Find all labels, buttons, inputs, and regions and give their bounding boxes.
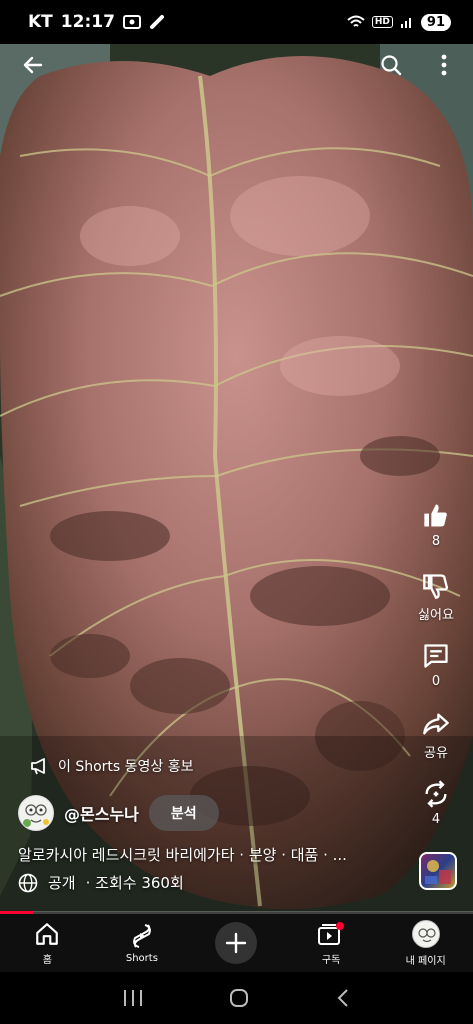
hd-network-badge: HD bbox=[371, 16, 393, 28]
remix-count: 4 bbox=[431, 812, 441, 827]
nav-home[interactable]: 홈 bbox=[2, 921, 92, 966]
remix-icon bbox=[425, 780, 447, 808]
like-count: 8 bbox=[431, 534, 441, 549]
system-back-icon[interactable] bbox=[335, 987, 351, 1009]
remix-button[interactable]: 4 bbox=[413, 780, 459, 827]
comment-icon bbox=[424, 644, 448, 668]
link-icon bbox=[149, 15, 164, 29]
carrier-label: KT bbox=[28, 12, 53, 32]
promo-label: 이 Shorts 동영상 홍보 bbox=[58, 759, 194, 775]
bottom-navigation: 홈 Shorts 구독 내 페이지 bbox=[0, 914, 473, 972]
thumbs-up-icon bbox=[424, 504, 447, 527]
leaf-video-frame bbox=[0, 36, 473, 912]
home-circle-icon[interactable] bbox=[228, 987, 250, 1009]
nav-my-page-label: 내 페이지 bbox=[405, 955, 446, 967]
signal-icon bbox=[400, 18, 411, 28]
nav-home-label: 홈 bbox=[42, 954, 52, 966]
home-icon bbox=[36, 922, 59, 945]
video-meta: 공개 · 조회수 360회 bbox=[18, 872, 184, 893]
clock: 12:17 bbox=[60, 12, 115, 32]
comments-button[interactable]: 0 bbox=[413, 642, 459, 689]
nav-subscriptions[interactable]: 구독 bbox=[286, 921, 376, 966]
shorts-video[interactable] bbox=[0, 36, 473, 912]
shorts-top-bar bbox=[0, 44, 473, 84]
globe-icon bbox=[18, 873, 38, 892]
nav-shorts[interactable]: Shorts bbox=[97, 923, 187, 964]
channel-avatar[interactable] bbox=[18, 795, 54, 831]
comment-count: 0 bbox=[431, 674, 441, 689]
video-progress-bar[interactable] bbox=[0, 911, 473, 914]
channel-row: @몬스누나 분석 bbox=[18, 795, 219, 831]
nav-my-page[interactable]: 내 페이지 bbox=[381, 919, 471, 967]
analyze-button[interactable]: 분석 bbox=[148, 795, 219, 831]
promote-shorts-button[interactable]: 이 Shorts 동영상 홍보 bbox=[30, 756, 194, 776]
thumbs-down-icon bbox=[423, 574, 449, 599]
nav-create[interactable] bbox=[191, 922, 281, 964]
sound-thumbnail[interactable] bbox=[419, 852, 457, 890]
nav-subscriptions-label: 구독 bbox=[321, 954, 341, 966]
dislike-button[interactable]: 싫어요 bbox=[413, 572, 459, 623]
recent-apps-icon[interactable] bbox=[122, 988, 144, 1008]
channel-name[interactable]: @몬스누나 bbox=[64, 801, 139, 825]
video-title[interactable]: 알로카시아 레드시크릿 바리에가타 · 분양 · 대품 · ... bbox=[18, 844, 398, 865]
wifi-icon bbox=[347, 15, 365, 27]
more-vert-icon[interactable] bbox=[432, 50, 456, 80]
megaphone-icon bbox=[31, 758, 45, 775]
nav-shorts-label: Shorts bbox=[125, 952, 158, 964]
share-icon bbox=[423, 713, 449, 735]
battery-indicator: 91 bbox=[420, 13, 451, 31]
like-button[interactable]: 8 bbox=[413, 502, 459, 549]
share-button[interactable]: 공유 bbox=[413, 710, 459, 761]
view-count: · 조회수 360회 bbox=[85, 874, 184, 892]
profile-avatar-icon bbox=[411, 919, 440, 948]
visibility-label: 공개 bbox=[48, 874, 76, 892]
subscriptions-icon bbox=[318, 921, 345, 945]
create-plus-icon bbox=[215, 922, 258, 964]
share-label: 공유 bbox=[424, 746, 448, 761]
shorts-icon bbox=[133, 923, 151, 948]
status-bar: KT 12:17 HD 91 bbox=[0, 0, 473, 44]
system-navigation-bar bbox=[0, 972, 473, 1024]
back-arrow-icon[interactable] bbox=[18, 50, 48, 80]
screen-record-icon bbox=[122, 15, 141, 29]
video-progress-fill bbox=[0, 911, 34, 914]
dislike-label: 싫어요 bbox=[418, 608, 454, 623]
search-icon[interactable] bbox=[376, 50, 406, 80]
